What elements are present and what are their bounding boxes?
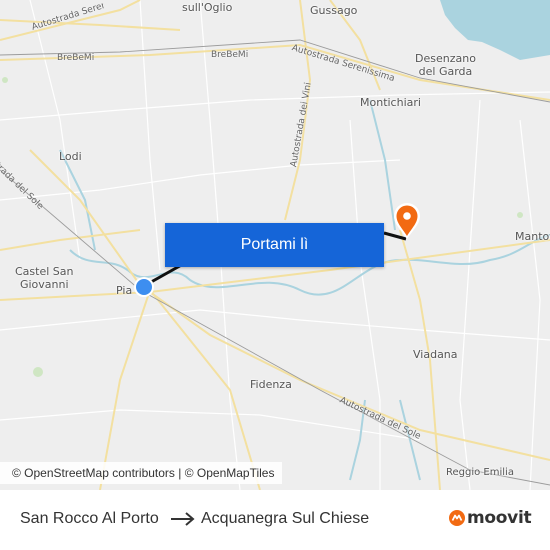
place-label: Reggio Emilia: [446, 467, 514, 478]
route-destination: Acquanegra Sul Chiese: [201, 510, 370, 527]
map[interactable]: sull'Oglio Gussago Desenzano del Garda M…: [0, 0, 550, 490]
place-label: Castel San Giovanni: [15, 265, 74, 291]
road-label: BreBeMi: [57, 53, 95, 63]
road-label: BreBeMi: [211, 50, 249, 60]
arrow-right-icon: [171, 512, 195, 526]
park-area: [33, 367, 43, 377]
place-label: sull'Oglio: [182, 1, 233, 14]
moovit-logo-icon: [449, 510, 465, 526]
destination-pin-icon[interactable]: [391, 202, 423, 240]
portami-li-button[interactable]: Portami lì: [165, 223, 384, 267]
place-label: Lodi: [59, 150, 82, 163]
place-label: Piacenza: [116, 284, 132, 297]
lake-garda: [440, 0, 550, 60]
route-origin: San Rocco Al Porto: [20, 510, 159, 527]
park-area: [2, 77, 8, 83]
place-label: Gussago: [310, 4, 358, 17]
place-label: Fidenza: [250, 378, 292, 391]
route-footer: San Rocco Al Porto Acquanegra Sul Chiese…: [0, 490, 550, 550]
place-label: Viadana: [413, 348, 458, 361]
map-attribution[interactable]: © OpenStreetMap contributors | © OpenMap…: [0, 462, 283, 484]
moovit-wordmark: moovit: [467, 508, 532, 528]
place-label: Desenzano del Garda: [415, 52, 476, 78]
place-label: Mantova: [515, 230, 550, 243]
place-label: Montichiari: [360, 96, 421, 109]
moovit-brand[interactable]: moovit: [449, 508, 532, 528]
origin-marker-icon[interactable]: [133, 276, 155, 298]
park-area: [517, 212, 523, 218]
